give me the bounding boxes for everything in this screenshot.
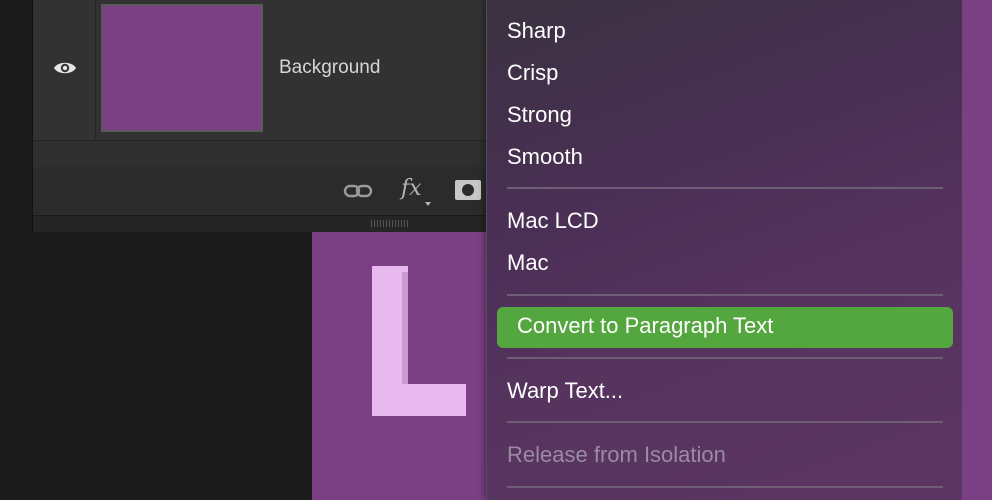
menu-item-convert-to-paragraph-text[interactable]: Convert to Paragraph Text (497, 307, 953, 348)
layer-name[interactable]: Background (279, 57, 380, 79)
menu-separator (507, 357, 943, 359)
layer-thumbnail-fill (103, 6, 261, 130)
layer-row-background[interactable]: Background (33, 0, 503, 140)
layers-toolbar: fx (33, 167, 503, 215)
menu-item-sharp[interactable]: Sharp (507, 18, 566, 44)
layer-mask-icon[interactable] (455, 180, 481, 200)
context-menu: Sharp Crisp Strong Smooth Mac LCD Mac Co… (486, 0, 963, 500)
menu-item-crisp[interactable]: Crisp (507, 60, 558, 86)
menu-item-strong[interactable]: Strong (507, 102, 572, 128)
layers-panel: Background fx (32, 0, 503, 232)
menu-item-warp-text[interactable]: Warp Text... (507, 378, 623, 404)
layer-thumbnail[interactable] (101, 4, 263, 132)
menu-item-release-from-isolation: Release from Isolation (507, 442, 726, 467)
link-icon[interactable] (343, 181, 373, 201)
menu-separator (507, 421, 943, 423)
layers-empty-area (33, 140, 503, 168)
letter-foot (372, 384, 466, 416)
menu-separator (507, 486, 943, 488)
canvas-edge (962, 0, 992, 500)
visibility-column (33, 0, 96, 140)
fx-dropdown-caret-icon (425, 202, 431, 206)
menu-separator (507, 187, 943, 189)
letter-shadow (402, 272, 408, 384)
canvas-text-letter-l[interactable] (372, 266, 468, 416)
menu-item-label: Convert to Paragraph Text (517, 313, 774, 338)
menu-item-mac[interactable]: Mac (507, 250, 549, 276)
panel-resize-bar[interactable] (33, 215, 503, 232)
eye-icon[interactable] (53, 58, 77, 78)
resize-grip-icon[interactable] (371, 220, 409, 227)
fx-icon[interactable]: fx (401, 176, 422, 201)
menu-separator (507, 294, 943, 296)
menu-item-smooth[interactable]: Smooth (507, 144, 583, 170)
menu-item-mac-lcd[interactable]: Mac LCD (507, 208, 599, 234)
